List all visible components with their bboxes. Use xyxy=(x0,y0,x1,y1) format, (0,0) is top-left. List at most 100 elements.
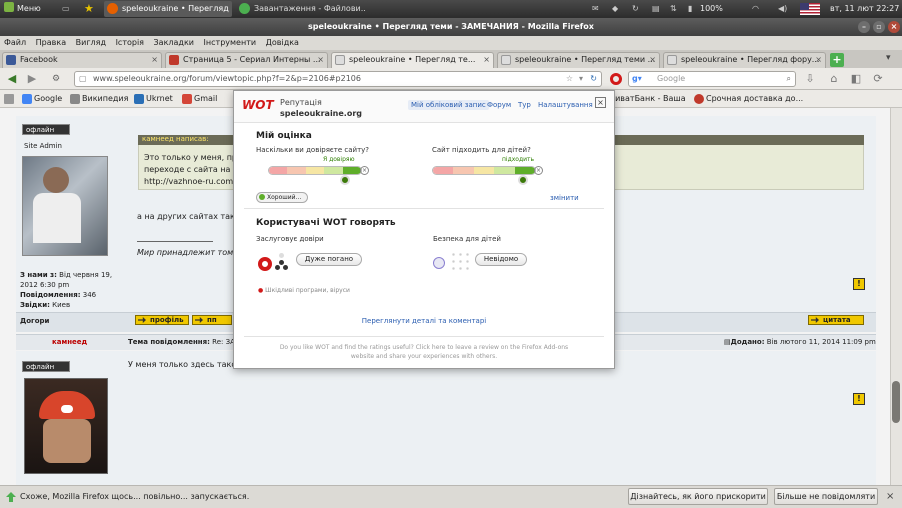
wot-nav-tour[interactable]: Тур xyxy=(518,101,531,109)
search-box[interactable]: g▾ Google ⌕ xyxy=(628,71,796,87)
gmail-icon xyxy=(182,94,192,104)
tab-list-chevron-down-icon[interactable]: ▾ xyxy=(886,53,891,63)
bookmark-privatbank[interactable]: ПриватБанк - Ваша т... xyxy=(604,90,688,108)
wot-logo: WOT xyxy=(242,98,274,112)
screenshot-icon[interactable]: ◧ xyxy=(848,71,864,87)
dismiss-button[interactable]: Більше не повідомляти xyxy=(774,488,878,505)
taskbar-item-firefox[interactable]: speleoukraine • Перегляд ... xyxy=(104,1,232,17)
wifi-icon[interactable]: ◠ xyxy=(752,0,759,18)
close-notification-icon[interactable]: × xyxy=(886,486,894,508)
search-placeholder: Google xyxy=(657,74,686,83)
favorite-star-icon[interactable]: ★ xyxy=(84,0,94,18)
wot-child-slider-knob[interactable] xyxy=(518,175,528,185)
menu-view[interactable]: Вигляд xyxy=(76,38,106,47)
close-tab-icon[interactable]: × xyxy=(815,53,822,67)
wot-nav-settings[interactable]: Налаштування xyxy=(538,101,593,109)
volume-icon[interactable]: ◀) xyxy=(778,0,787,18)
show-desktop-icon[interactable]: ▭ xyxy=(62,0,70,18)
tab-facebook[interactable]: Facebook × xyxy=(2,52,162,68)
wot-trust-slider[interactable] xyxy=(268,166,362,175)
tab-serial[interactable]: Страница 5 - Сериал Интерны ... × xyxy=(165,52,328,68)
bookmarks-menu-icon[interactable] xyxy=(4,94,14,104)
back-arrow-icon[interactable]: ◀ xyxy=(4,71,20,87)
tray-mail-icon[interactable]: ✉ xyxy=(592,0,599,18)
wot-toolbar-icon[interactable] xyxy=(610,73,622,85)
menu-file[interactable]: Файл xyxy=(4,38,26,47)
tray-clipboard-icon[interactable]: ▤ xyxy=(652,0,660,18)
close-tab-icon[interactable]: × xyxy=(649,53,656,67)
menu-bookmarks[interactable]: Закладки xyxy=(154,38,194,47)
wot-trust-label: Заслуговує довіри xyxy=(256,235,324,243)
wot-change-link[interactable]: змінити xyxy=(550,194,579,202)
close-tab-icon[interactable]: × xyxy=(483,53,490,67)
maximize-icon[interactable]: ▫ xyxy=(873,21,885,33)
avatar[interactable] xyxy=(22,156,108,256)
close-tab-icon[interactable]: × xyxy=(151,53,158,67)
reload-icon[interactable]: ↻ xyxy=(590,72,597,86)
bookmark-delivery[interactable]: Срочная доставка до... xyxy=(694,90,803,108)
history-dropdown-icon[interactable]: ▾ xyxy=(579,72,583,86)
back-to-top-link[interactable]: Догори xyxy=(20,317,49,325)
profile-button[interactable]: профіль xyxy=(135,315,189,325)
bookmark-gmail[interactable]: Gmail xyxy=(182,90,217,108)
menu-history[interactable]: Історія xyxy=(116,38,144,47)
sync-icon[interactable]: ⟳ xyxy=(870,71,886,87)
keyboard-layout-flag-icon[interactable] xyxy=(800,3,820,15)
report-icon[interactable]: ! xyxy=(853,393,865,405)
user-role: Site Admin xyxy=(24,142,62,150)
wot-child-clear-icon[interactable]: × xyxy=(534,166,543,175)
pm-button[interactable]: пп xyxy=(192,315,232,325)
bookmark-star-icon[interactable]: ☆ xyxy=(566,72,573,86)
menu-button[interactable]: Меню xyxy=(4,0,41,18)
tray-network-icon[interactable]: ⇅ xyxy=(670,0,677,18)
bookmark-wikipedia[interactable]: Википедия xyxy=(70,90,128,108)
post-author[interactable]: камнеед xyxy=(52,338,87,346)
window-title: speleoukraine • Перегляд теми - ЗАМЕЧАНИ… xyxy=(308,22,594,31)
new-tab-button[interactable]: + xyxy=(830,53,844,67)
wot-trust-slider-knob[interactable] xyxy=(340,175,350,185)
menu-edit[interactable]: Правка xyxy=(36,38,66,47)
battery-percent: 100% xyxy=(700,4,723,13)
tab-speleo-3[interactable]: speleoukraine • Перегляд фору... × xyxy=(663,52,826,68)
wot-category-badge[interactable]: Хороший... xyxy=(256,192,308,203)
tab-speleo-2[interactable]: speleoukraine • Перегляд теми ... × xyxy=(497,52,660,68)
close-tab-icon[interactable]: × xyxy=(317,53,324,67)
tray-dropbox-icon[interactable]: ◆ xyxy=(612,0,618,18)
wot-nav-account[interactable]: Мій обліковий запис xyxy=(408,100,489,110)
scrollbar-thumb[interactable] xyxy=(892,381,900,423)
wot-details-link[interactable]: Переглянути деталі та коментарі xyxy=(234,317,614,325)
tray-updates-icon[interactable]: ↻ xyxy=(632,0,639,18)
wot-trust-clear-icon[interactable]: × xyxy=(360,166,369,175)
wot-child-slider[interactable] xyxy=(432,166,536,175)
minimize-icon[interactable]: – xyxy=(858,21,870,33)
forum-post xyxy=(16,351,876,485)
avatar[interactable] xyxy=(24,378,108,474)
tab-speleo-active[interactable]: speleoukraine • Перегляд те... × xyxy=(331,52,494,68)
battery-icon[interactable]: ▮ xyxy=(688,0,692,18)
customize-icon[interactable]: ⚙ xyxy=(48,71,64,87)
menu-help[interactable]: Довідка xyxy=(266,38,299,47)
wot-trust-rating-ring-icon xyxy=(258,257,272,271)
url-bar[interactable]: ▢ www.speleoukraine.org/forum/viewtopic.… xyxy=(74,71,602,87)
taskbar-item-downloads[interactable]: Завантаження - Файлови... xyxy=(236,1,366,17)
search-icon[interactable]: ⌕ xyxy=(787,72,791,86)
wot-nav-forum[interactable]: Форум xyxy=(487,101,511,109)
close-window-icon[interactable]: × xyxy=(888,21,900,33)
wot-footer[interactable]: Do you like WOT and find the ratings use… xyxy=(234,343,614,361)
clock[interactable]: вт, 11 лют 22:27 xyxy=(830,0,899,18)
speed-up-button[interactable]: Дізнайтесь, як його прискорити xyxy=(628,488,768,505)
downloads-icon[interactable]: ⇩ xyxy=(802,71,818,87)
wot-child-rating-ring-icon xyxy=(433,257,445,269)
forward-arrow-icon[interactable]: ▶ xyxy=(24,71,40,87)
quote-button[interactable]: цитата xyxy=(808,315,864,325)
bookmark-ukrnet[interactable]: Ukrnet xyxy=(134,90,173,108)
home-icon[interactable]: ⌂ xyxy=(826,71,842,87)
menu-tools[interactable]: Інструменти xyxy=(204,38,257,47)
wot-child-label: Безпека для дітей xyxy=(433,235,501,243)
wot-close-icon[interactable]: × xyxy=(595,97,606,108)
scrollbar[interactable] xyxy=(890,108,902,485)
wot-site-name: speleoukraine.org xyxy=(280,109,363,118)
report-icon[interactable]: ! xyxy=(853,278,865,290)
bookmark-google[interactable]: Google xyxy=(22,90,62,108)
post-subject: Тема повідомлення: Re: ЗАМ xyxy=(128,338,241,346)
